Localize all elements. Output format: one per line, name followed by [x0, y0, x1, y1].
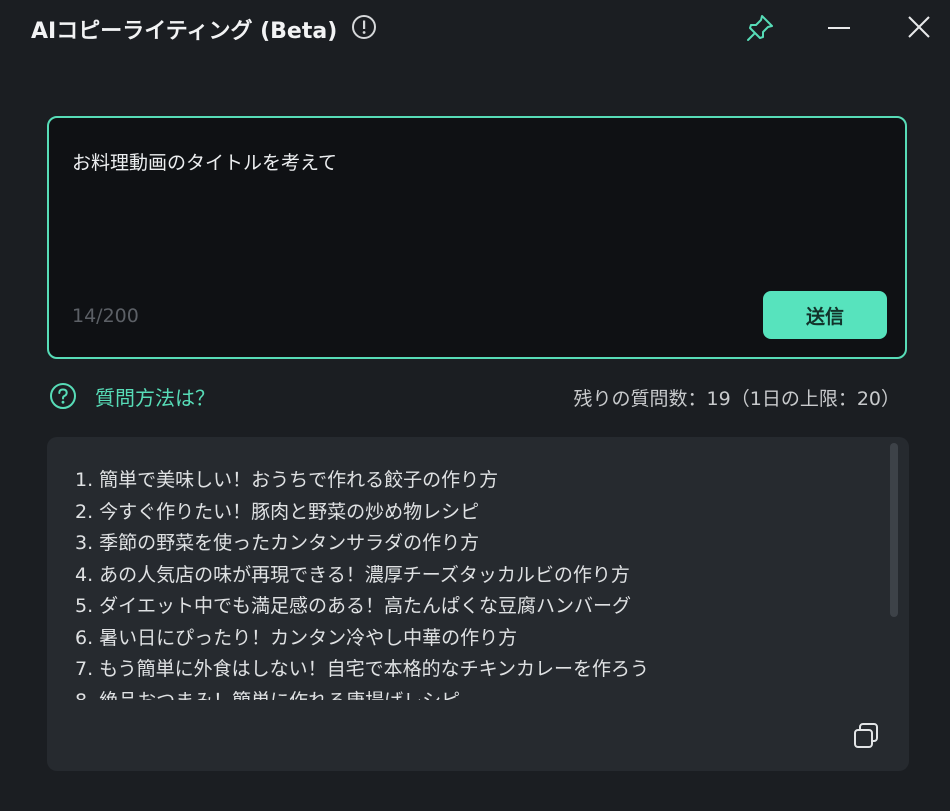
ai-copywriting-window: AIコピーライティング (Beta) お料理動画のタイトルを考えて 14/200…	[0, 0, 950, 811]
character-counter: 14/200	[72, 305, 139, 327]
list-item: 3. 季節の野菜を使ったカンタンサラダの作り方	[75, 532, 480, 554]
list-item: 8. 絶品おつまみ！簡単に作れる唐揚げレシピ	[75, 686, 875, 701]
scrollbar[interactable]	[890, 443, 898, 617]
question-circle-icon	[49, 382, 77, 410]
prompt-text[interactable]: お料理動画のタイトルを考えて	[72, 148, 337, 175]
pin-icon[interactable]	[744, 12, 776, 44]
remaining-questions: 残りの質問数：19（1日の上限：20）	[573, 388, 900, 410]
prompt-input[interactable]: お料理動画のタイトルを考えて 14/200 送信	[47, 116, 907, 359]
list-item: 1. 簡単で美味しい！おうちで作れる餃子の作り方	[75, 469, 499, 491]
minimize-icon[interactable]	[822, 12, 856, 44]
info-icon[interactable]	[351, 14, 377, 40]
how-to-ask-label: 質問方法は？	[95, 385, 215, 410]
list-item: 7. もう簡単に外食はしない！自宅で本格的なチキンカレーを作ろう	[75, 658, 650, 680]
send-button[interactable]: 送信	[763, 291, 887, 339]
list-item: 4. あの人気店の味が再現できる！濃厚チーズタッカルビの作り方	[75, 563, 630, 586]
copy-icon[interactable]	[851, 721, 881, 751]
list-item: 5. ダイエット中でも満足感のある！高たんぱくな豆腐ハンバーグ	[75, 595, 631, 617]
result-panel: 1. 簡単で美味しい！おうちで作れる餃子の作り方 2. 今すぐ作りたい！豚肉と野…	[47, 437, 909, 771]
window-title: AIコピーライティング (Beta)	[31, 19, 338, 44]
title-bar: AIコピーライティング (Beta)	[0, 0, 950, 58]
close-icon[interactable]	[902, 12, 936, 44]
list-item: 2. 今すぐ作りたい！豚肉と野菜の炒め物レシピ	[75, 500, 480, 523]
how-to-ask-link[interactable]: 質問方法は？	[49, 380, 215, 412]
result-list: 1. 簡単で美味しい！おうちで作れる餃子の作り方 2. 今すぐ作りたい！豚肉と野…	[75, 465, 875, 700]
list-item: 6. 暑い日にぴったり！カンタン冷やし中華の作り方	[75, 626, 518, 649]
